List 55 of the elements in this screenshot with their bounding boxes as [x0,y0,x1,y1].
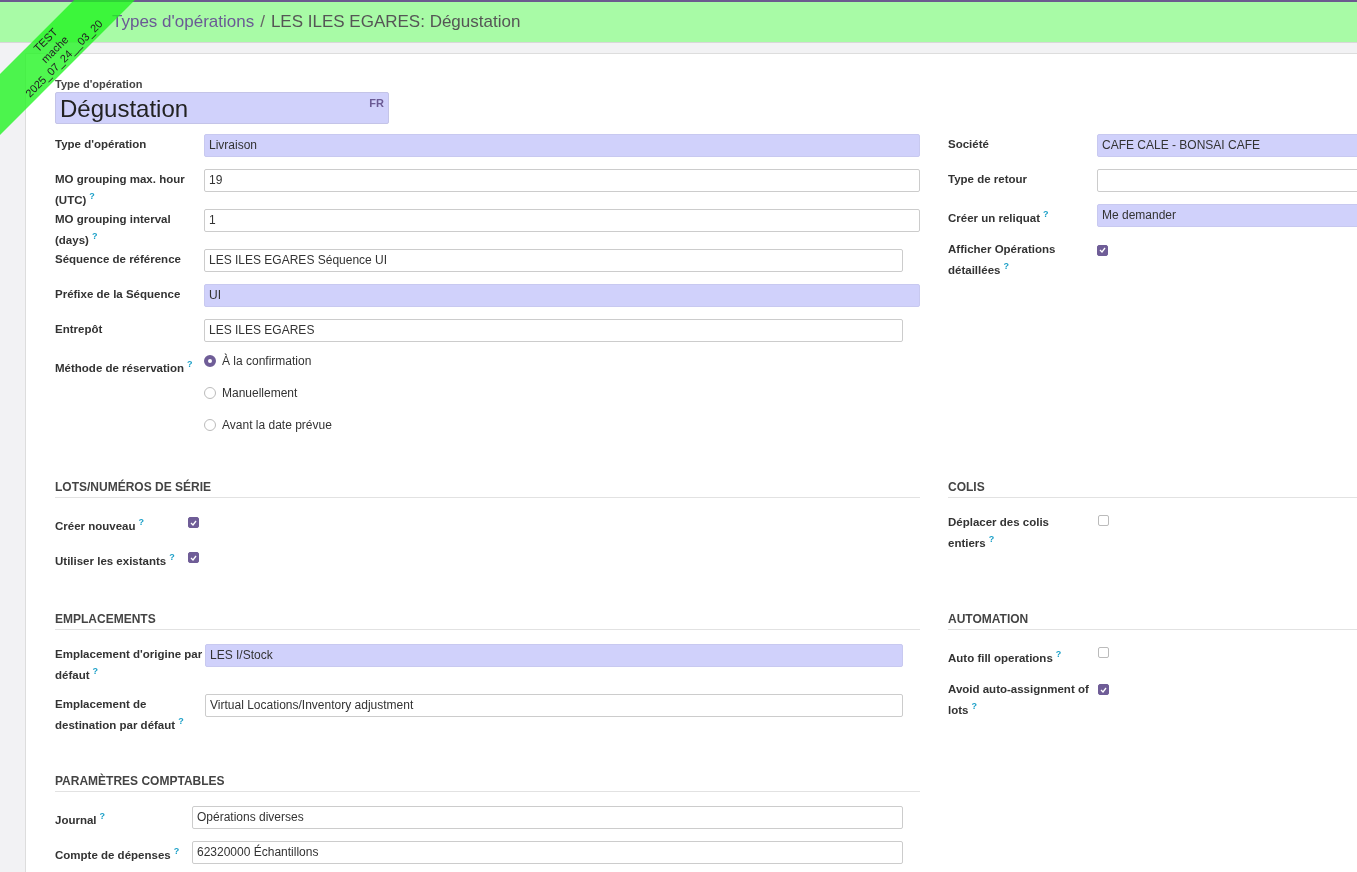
checkbox[interactable] [1098,684,1109,696]
field-label: Préfixe de la Séquence [55,286,182,302]
field-label: Journal $^{?}$ [55,809,107,828]
input-field[interactable]: Me demander [1097,204,1357,227]
input-field[interactable] [1097,169,1357,192]
field-label: Type d'opération [55,137,148,152]
field-label: Emplacement d'origine par défaut $^{?}$ [55,646,204,683]
field-label: Auto fill operations $^{?}$ [948,647,1063,666]
field-label: Afficher Opérations détaillées $^{?}$ [948,242,1057,278]
input-field[interactable]: LES I/Stock [205,643,903,667]
check-icon [190,554,197,561]
input-field[interactable]: LES ILES EGARES [204,318,903,342]
check-icon [1100,686,1107,693]
input-field[interactable]: 1 [204,208,920,232]
field-label: Créer un reliquat $^{?}$ [948,208,1050,226]
input-field[interactable]: Virtual Locations/Inventory adjustment [205,693,903,717]
field-label: Société [948,137,990,152]
field-label: Entrepôt [55,321,104,337]
field-label: Utiliser les existants $^{?}$ [55,550,176,569]
checkbox[interactable] [1098,646,1109,658]
checkbox[interactable] [1097,244,1108,256]
section-title: EMPLACEMENTS [55,611,920,630]
field-label: Avoid auto-assignment of lots $^{?}$ [948,681,1090,718]
section-title: LOTS/NUMÉROS DE SÉRIE [55,479,920,498]
check-icon [190,519,197,526]
section-title: COLIS [948,479,1357,498]
field-label: Emplacement de destination par défaut $^{?}$ [55,696,185,733]
field-label: MO grouping interval (days) $^{?}$ [55,211,172,248]
radio-option[interactable]: Avant la date prévue [204,417,920,432]
field-label: Méthode de réservation $^{?}$ [55,357,194,376]
input-field[interactable]: UI [204,283,920,307]
input-field[interactable]: Livraison [204,134,920,157]
input-field[interactable]: 19 [204,169,920,192]
record-title: LES ILES EGARES: Dégustation [270,12,521,32]
checkbox[interactable] [188,517,199,529]
field-label: Compte de dépenses $^{?}$ [55,844,181,863]
checkbox[interactable] [1098,514,1109,526]
title-input[interactable]: Dégustation FR [55,92,389,124]
check-icon [1099,247,1106,253]
input-field[interactable]: CAFE CALE - BONSAI CAFE [1097,134,1357,157]
input-field[interactable]: LES ILES EGARES Séquence UI [204,248,903,272]
field-label: Séquence de référence [55,251,182,267]
field-label: Type de retour [948,172,1029,187]
section-title: AUTOMATION [948,611,1357,630]
field-label: Créer nouveau $^{?}$ [55,515,146,534]
section-title: PARAMÈTRES COMPTABLES [55,773,920,792]
field-label: Déplacer des colis entiers $^{?}$ [948,514,1050,551]
checkbox[interactable] [188,552,199,564]
input-field[interactable]: 62320000 Échantillons [192,840,903,864]
field-label: MO grouping max. hour (UTC) $^{?}$ [55,172,186,208]
radio-option[interactable]: Manuellement [204,385,920,400]
breadcrumb-link[interactable]: Types d'opérations [112,12,255,32]
radio-option[interactable]: À la confirmation [204,353,920,368]
breadcrumb-separator: / [260,12,265,32]
input-field[interactable]: Opérations diverses [192,805,903,829]
